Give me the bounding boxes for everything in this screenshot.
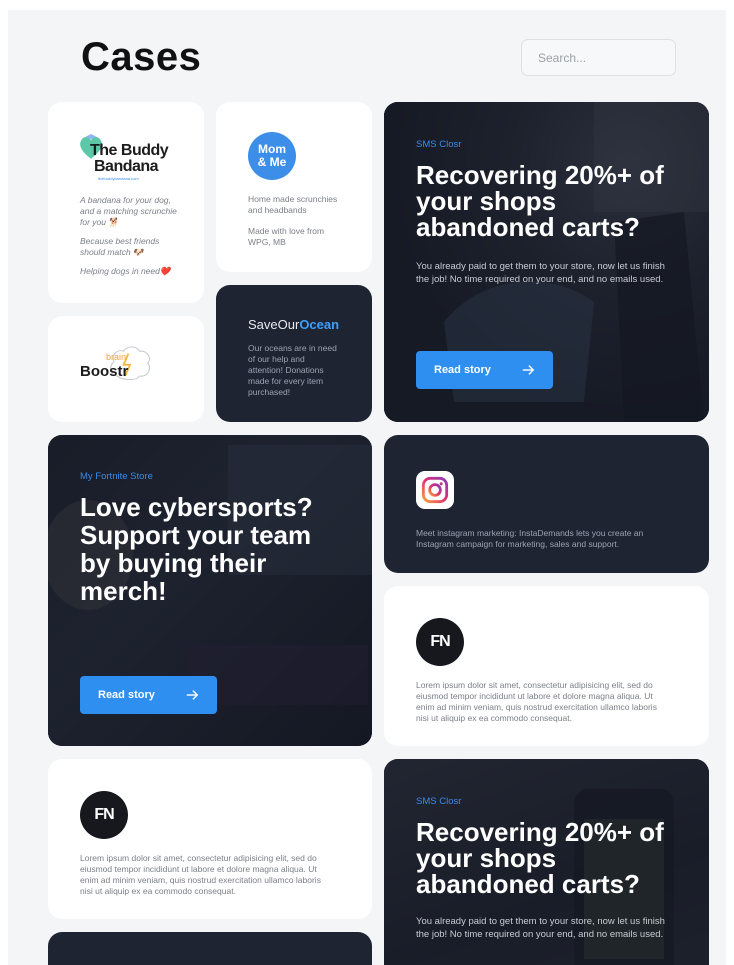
buddy-text-2: Because best friends should match 🐶 (80, 236, 160, 257)
buddy-logo-line2: Bandana (94, 158, 159, 175)
sms-closr-text: You already paid to get them to your sto… (416, 916, 665, 940)
sms-closr-heading: Recovering 20%+ of your shops abandoned … (416, 160, 664, 242)
fn-logo: FN (80, 791, 128, 839)
brain-logo-small: brain (106, 352, 127, 362)
mom-and-me-logo: Mom & Me (248, 132, 296, 180)
buddy-bandana-logo: The Buddy Bandana thebuddybandana.com (78, 132, 178, 181)
sms-closr-sub: SMS Closr (416, 139, 462, 150)
sms-closr-text: You already paid to get them to your sto… (416, 261, 665, 285)
case-card-fn[interactable]: FN Lorem ipsum dolor sit amet, consectet… (384, 586, 709, 746)
buddy-text-1: A bandana for your dog, and a matching s… (80, 195, 177, 227)
case-card-partial[interactable] (48, 932, 372, 965)
case-card-sms-closr[interactable]: SMS Closr Recovering 20%+ of your shops … (384, 102, 709, 422)
instagram-icon (416, 471, 454, 509)
brain-logo-main: Boostr (80, 363, 129, 380)
ocean-logo-accent: Ocean (299, 317, 340, 332)
cases-page: Cases The Buddy Bandana thebuddybandana.… (8, 10, 726, 965)
brain-boostr-logo: brain Boostr (78, 342, 178, 398)
ocean-text: Our oceans are in need of our help and a… (248, 343, 337, 397)
arrow-right-icon (186, 690, 199, 700)
arrow-right-icon (522, 365, 535, 375)
read-story-label: Read story (98, 689, 155, 701)
fortnite-sub: My Fortnite Store (80, 471, 153, 482)
sms-closr-heading: Recovering 20%+ of your shops abandoned … (416, 817, 664, 899)
read-story-label: Read story (434, 364, 491, 376)
save-our-ocean-logo: SaveOurOcean (248, 317, 339, 332)
search-box[interactable] (521, 39, 693, 76)
mom-text-2: Made with love from WPG, MB (248, 226, 325, 247)
case-card-sms-closr[interactable]: SMS Closr Recovering 20%+ of your shops … (384, 759, 709, 965)
mom-text-1: Home made scrunchies and headbands (248, 194, 338, 215)
case-card-buddy-bandana[interactable]: The Buddy Bandana thebuddybandana.com A … (48, 102, 204, 303)
read-story-button[interactable]: Read story (80, 676, 217, 714)
sms-closr-sub: SMS Closr (416, 796, 462, 807)
case-card-fortnite-store[interactable]: My Fortnite Store Love cybersports? Supp… (48, 435, 372, 746)
case-card-brain-boostr[interactable]: brain Boostr (48, 316, 204, 422)
buddy-text-3: Helping dogs in need❤️ (80, 266, 171, 276)
page-title: Cases (81, 35, 202, 79)
fn-logo: FN (416, 618, 464, 666)
case-card-save-our-ocean[interactable]: SaveOurOcean Our oceans are in need of o… (216, 285, 372, 422)
fn-text: Lorem ipsum dolor sit amet, consectetur … (80, 853, 321, 896)
fn-text: Lorem ipsum dolor sit amet, consectetur … (416, 680, 657, 723)
read-story-button[interactable]: Read story (416, 351, 553, 389)
ocean-logo-prefix: SaveOur (248, 317, 300, 332)
case-card-mom-and-me[interactable]: Mom & Me Home made scrunchies and headba… (216, 102, 372, 272)
instagram-glyph-icon (421, 476, 449, 504)
case-card-instademands[interactable]: Meet instagram marketing: InstaDemands l… (384, 435, 709, 573)
instademands-text: Meet instagram marketing: InstaDemands l… (416, 528, 644, 549)
buddy-logo-url: thebuddybandana.com (98, 176, 139, 181)
mom-logo-line2: & Me (257, 155, 287, 169)
search-input[interactable] (538, 50, 693, 65)
fortnite-heading: Love cybersports? Support your team by b… (80, 492, 313, 606)
case-card-fn[interactable]: FN Lorem ipsum dolor sit amet, consectet… (48, 759, 372, 919)
